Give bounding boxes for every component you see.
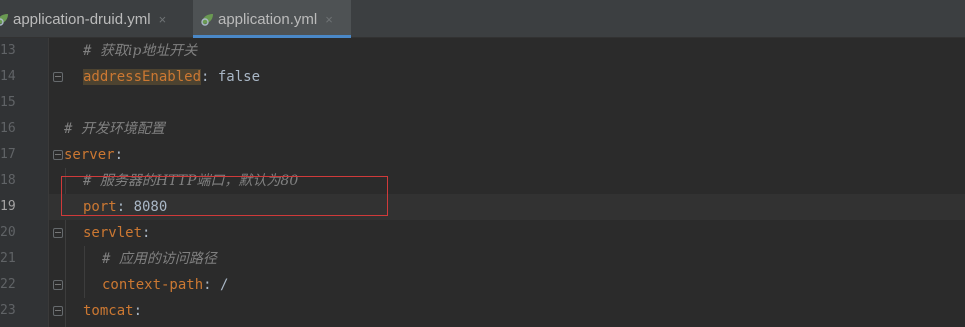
line-number: 15 <box>0 95 16 110</box>
yaml-key: servlet <box>83 225 143 241</box>
fold-marker-icon[interactable] <box>53 306 63 316</box>
close-icon[interactable]: × <box>159 12 167 27</box>
line-number: 18 <box>0 173 16 188</box>
fold-marker-icon[interactable] <box>53 228 63 238</box>
yaml-separator: : <box>133 303 143 319</box>
line-number: 17 <box>0 147 16 162</box>
fold-marker-icon[interactable] <box>53 150 63 160</box>
yaml-value: false <box>217 69 261 85</box>
code-line: addressEnabled: false <box>49 64 965 90</box>
line-number: 16 <box>0 121 16 136</box>
line-number: 14 <box>0 69 16 84</box>
yaml-spring-icon <box>201 14 213 26</box>
fold-marker-icon[interactable] <box>53 280 63 290</box>
line-number: 20 <box>0 225 16 240</box>
code-line: # 应用的访问路径 <box>49 246 965 272</box>
code-line: servlet: <box>49 220 965 246</box>
line-number: 21 <box>0 251 16 266</box>
yaml-separator: : <box>201 69 218 85</box>
yaml-separator: : <box>142 225 151 241</box>
editor-tab-bar: application-druid.yml × application.yml … <box>0 0 965 38</box>
comment-text: # 应用的访问路径 <box>102 251 217 267</box>
line-number: 13 <box>0 43 16 58</box>
code-line: context-path: / <box>49 272 965 298</box>
code-line: # 获取ip地址开关 <box>49 38 965 64</box>
fold-marker-icon[interactable] <box>53 72 63 82</box>
line-number-gutter: 13 14 15 16 17 18 19 20 21 22 23 <box>0 38 48 327</box>
close-icon[interactable]: × <box>325 12 333 27</box>
line-number: 22 <box>0 277 16 292</box>
yaml-key: server <box>64 147 115 163</box>
comment-text: # 获取ip地址开关 <box>83 43 198 59</box>
tab-label: application.yml <box>218 10 318 28</box>
yaml-key: context-path <box>102 277 204 293</box>
comment-text: # 开发环境配置 <box>64 121 165 137</box>
tab-label: application-druid.yml <box>13 10 151 28</box>
yaml-separator: : <box>203 277 221 293</box>
ide-window: application-druid.yml × application.yml … <box>0 0 965 327</box>
red-annotation-box <box>61 176 388 216</box>
code-line: tomcat: <box>49 298 965 324</box>
code-line: # 开发环境配置 <box>49 116 965 142</box>
yaml-separator: : <box>114 147 124 163</box>
tab-application-druid-yml[interactable]: application-druid.yml × <box>0 0 184 38</box>
line-number: 23 <box>0 303 16 318</box>
yaml-key: addressEnabled <box>83 69 202 85</box>
code-line: server: <box>49 142 965 168</box>
yaml-key: tomcat <box>83 303 134 319</box>
yaml-value: / <box>220 277 229 293</box>
tab-application-yml[interactable]: application.yml × <box>193 0 351 38</box>
line-number-current: 19 <box>0 199 16 214</box>
yaml-spring-icon <box>0 14 8 26</box>
